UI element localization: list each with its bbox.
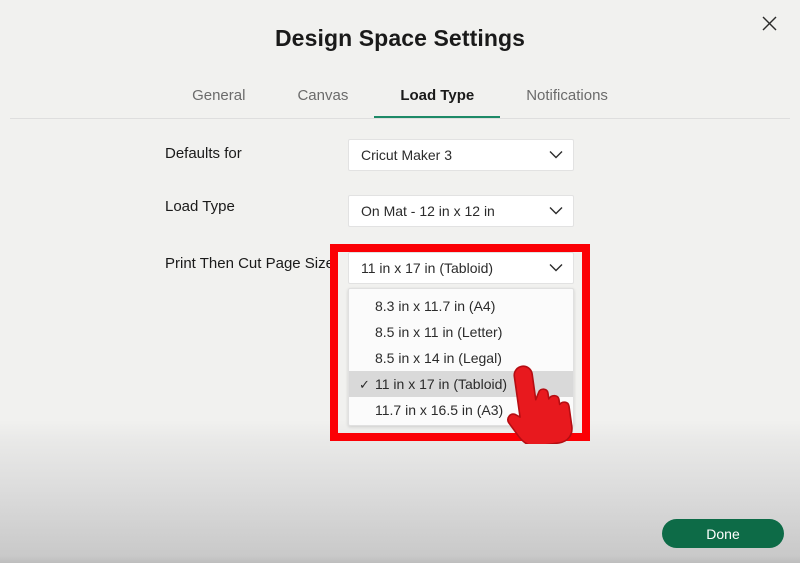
option-legal[interactable]: 8.5 in x 14 in (Legal) (349, 345, 573, 371)
option-label: 8.5 in x 14 in (Legal) (375, 350, 502, 366)
option-label: 8.5 in x 11 in (Letter) (375, 324, 503, 340)
chevron-down-icon (549, 146, 563, 164)
tab-load-type[interactable]: Load Type (374, 86, 501, 119)
done-button[interactable]: Done (662, 519, 784, 548)
option-letter[interactable]: 8.5 in x 11 in (Letter) (349, 319, 573, 345)
print-then-cut-page-size-select[interactable]: 11 in x 17 in (Tabloid) (348, 252, 574, 284)
print-then-cut-page-size-dropdown: 11 in x 17 in (Tabloid) 8.3 in x 11.7 in… (348, 252, 574, 426)
chevron-down-icon (549, 259, 563, 277)
defaults-for-value: Cricut Maker 3 (361, 147, 453, 163)
tab-canvas[interactable]: Canvas (271, 86, 374, 119)
option-label: 11 in x 17 in (Tabloid) (375, 376, 508, 392)
print-then-cut-page-size-value: 11 in x 17 in (Tabloid) (361, 260, 494, 276)
defaults-for-dropdown[interactable]: Cricut Maker 3 (348, 139, 574, 171)
option-label: 8.3 in x 11.7 in (A4) (375, 298, 496, 314)
load-type-dropdown[interactable]: On Mat - 12 in x 12 in (348, 195, 574, 227)
label-load-type: Load Type (165, 198, 235, 215)
dialog-title: Design Space Settings (274, 25, 526, 51)
option-tabloid[interactable]: ✓ 11 in x 17 in (Tabloid) (349, 371, 573, 397)
checkmark-icon: ✓ (359, 376, 370, 392)
option-a3[interactable]: 11.7 in x 16.5 in (A3) (349, 397, 573, 423)
option-label: 11.7 in x 16.5 in (A3) (375, 402, 504, 418)
label-print-then-cut-page-size: Print Then Cut Page Size (165, 255, 334, 272)
load-type-value: On Mat - 12 in x 12 in (361, 203, 495, 219)
tab-notifications[interactable]: Notifications (500, 86, 634, 119)
page-size-option-list: 8.3 in x 11.7 in (A4) 8.5 in x 11 in (Le… (348, 288, 574, 426)
option-a4[interactable]: 8.3 in x 11.7 in (A4) (349, 293, 573, 319)
tab-general[interactable]: General (166, 86, 271, 119)
chevron-down-icon (549, 202, 563, 220)
label-defaults-for: Defaults for (165, 145, 242, 162)
tab-bar: General Canvas Load Type Notifications (0, 86, 800, 119)
tab-divider (10, 118, 790, 119)
